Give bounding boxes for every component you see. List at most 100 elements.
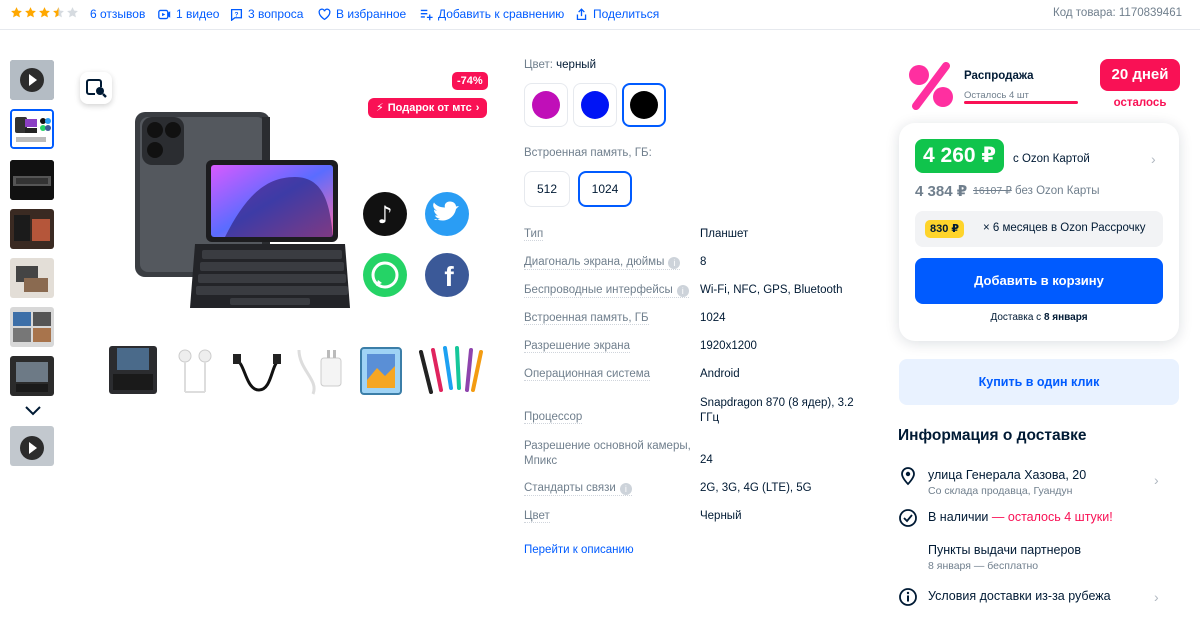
spec-value: Android	[700, 368, 740, 380]
swatch-color	[581, 91, 609, 119]
percent-sale-icon	[909, 62, 953, 110]
video-label: 1 видео	[176, 7, 220, 21]
info-icon[interactable]: i	[668, 257, 681, 269]
swatch-color	[532, 91, 560, 119]
chevron-right-icon[interactable]: ›	[1151, 151, 1156, 167]
thumbnail-item[interactable]	[10, 307, 54, 347]
reviews-link[interactable]: 6 отзывов	[90, 7, 145, 21]
add-to-cart-button[interactable]: Добавить в корзину	[915, 258, 1163, 304]
thumbnail-item[interactable]	[10, 356, 54, 396]
color-label-value: черный	[556, 59, 596, 71]
compare-label: Добавить к сравнению	[438, 7, 565, 21]
installment-offer[interactable]: 830 ₽ × 6 месяцев в Ozon Рассрочку	[915, 211, 1163, 247]
spec-name: Диагональ экрана, дюймы i	[524, 256, 681, 270]
accessory-image	[360, 347, 402, 395]
memory-option-1024[interactable]: 1024	[578, 171, 632, 207]
spec-name: Процессор	[524, 411, 583, 424]
memory-option-label: Встроенная память, ГБ:	[524, 147, 652, 159]
product-main-image[interactable]: ♪ f	[80, 62, 500, 322]
compare-icon	[420, 9, 433, 20]
star-half-icon	[53, 7, 64, 18]
thumbnail-item[interactable]	[10, 258, 54, 298]
thumbnail-item[interactable]	[10, 209, 54, 249]
video-thumbnail[interactable]	[10, 426, 54, 466]
product-thumbnail-image	[10, 356, 54, 396]
questions-label: 3 вопроса	[248, 7, 304, 21]
ozon-card-price[interactable]: 4 260 ₽	[915, 139, 1004, 173]
star-icon	[11, 7, 22, 18]
location-pin-icon	[901, 467, 915, 486]
spec-value: 1024	[700, 312, 726, 324]
color-swatch-blue[interactable]	[573, 83, 617, 127]
question-icon: ?	[230, 8, 243, 21]
share-link[interactable]: Поделиться	[575, 7, 659, 21]
rating-stars[interactable]	[10, 6, 79, 19]
spec-value: Черный	[700, 510, 742, 522]
product-thumbnail-image	[10, 209, 54, 249]
accessory-image	[419, 346, 483, 394]
chevron-right-icon: ›	[1154, 589, 1159, 605]
chevron-down-icon[interactable]	[24, 405, 42, 417]
delivery-date-note: Доставка с 8 января	[899, 312, 1179, 323]
delivery-address-row[interactable]: улица Генерала Хазова, 20 Со склада прод…	[898, 466, 1178, 498]
spec-name-text: Операционная система	[524, 368, 651, 380]
spec-name: Стандарты связи i	[524, 482, 632, 496]
svg-text:♪: ♪	[377, 201, 392, 229]
pickup-sub: 8 января — бесплатно	[928, 560, 1039, 572]
thumbnail-item[interactable]	[10, 109, 54, 149]
info-icon[interactable]: i	[619, 483, 632, 495]
thumbnail-item[interactable]	[10, 160, 54, 200]
installment-amount: 830 ₽	[925, 220, 965, 238]
video-link[interactable]: 1 видео	[158, 7, 219, 21]
product-thumbnail-image	[10, 307, 54, 347]
stock-alert: — осталось 4 штуки!	[991, 510, 1113, 524]
accessory-image	[178, 349, 212, 393]
svg-text:?: ?	[235, 11, 239, 18]
swatch-color	[630, 91, 658, 119]
delivery-address: улица Генерала Хазова, 20	[928, 468, 1087, 482]
stock-status: В наличии — осталось 4 штуки!	[928, 510, 1113, 524]
spec-name-text: Цвет	[524, 510, 550, 522]
accessory-image	[109, 346, 157, 394]
delivery-info-title: Информация о доставке	[898, 427, 1087, 444]
product-thumbnail-image	[10, 258, 54, 298]
video-thumbnail[interactable]	[10, 60, 54, 100]
accessory-image	[297, 349, 342, 395]
color-swatch-purple[interactable]	[524, 83, 568, 127]
star-icon	[39, 7, 50, 18]
spec-name-text: Тип	[524, 228, 544, 240]
spec-name-text: Процессор	[524, 411, 583, 423]
memory-option-512[interactable]: 512	[524, 171, 570, 207]
spec-name-text: Диагональ экрана, дюймы	[524, 256, 665, 268]
product-sku[interactable]: Код товара: 1170839461	[1053, 7, 1182, 19]
spec-value: Планшет	[700, 228, 749, 240]
abroad-delivery-row[interactable]: Условия доставки из-за рубежа ›	[898, 587, 1178, 607]
spec-name-text: Беспроводные интерфейсы	[524, 284, 673, 296]
spec-value: Wi-Fi, NFC, GPS, Bluetooth	[700, 284, 843, 296]
chevron-right-icon: ›	[1154, 472, 1159, 488]
spec-name: Тип	[524, 228, 544, 241]
regular-price: 4 384 ₽	[915, 183, 968, 200]
compare-link[interactable]: Добавить к сравнению	[420, 7, 564, 21]
questions-link[interactable]: ? 3 вопроса	[230, 7, 303, 21]
play-icon	[10, 60, 54, 100]
color-label-text: Цвет:	[524, 59, 553, 71]
info-circle-icon	[899, 588, 917, 606]
stock-prefix: В наличии	[928, 510, 989, 524]
favorite-link[interactable]: В избранное	[318, 7, 406, 21]
color-swatch-black[interactable]	[622, 83, 666, 127]
accessory-image	[233, 354, 282, 392]
go-to-description-link[interactable]: Перейти к описанию	[524, 544, 634, 556]
buy-one-click-button[interactable]: Купить в один клик	[899, 359, 1179, 405]
product-top-bar: 6 отзывов 1 видео ? 3 вопроса В избранно…	[0, 0, 1200, 30]
color-option-label: Цвет: черный	[524, 59, 596, 71]
accessory-images	[105, 340, 487, 400]
info-icon[interactable]: i	[676, 285, 689, 297]
spec-name: Разрешение основной камеры, Мпикс	[524, 439, 694, 469]
pickup-title: Пункты выдачи партнеров	[928, 543, 1082, 557]
spec-name: Встроенная память, ГБ	[524, 312, 649, 325]
spec-value: 1920x1200	[700, 340, 757, 352]
play-icon	[10, 426, 54, 466]
sale-progress-bar	[964, 101, 1078, 104]
spec-name-text: Стандарты связи	[524, 482, 616, 494]
